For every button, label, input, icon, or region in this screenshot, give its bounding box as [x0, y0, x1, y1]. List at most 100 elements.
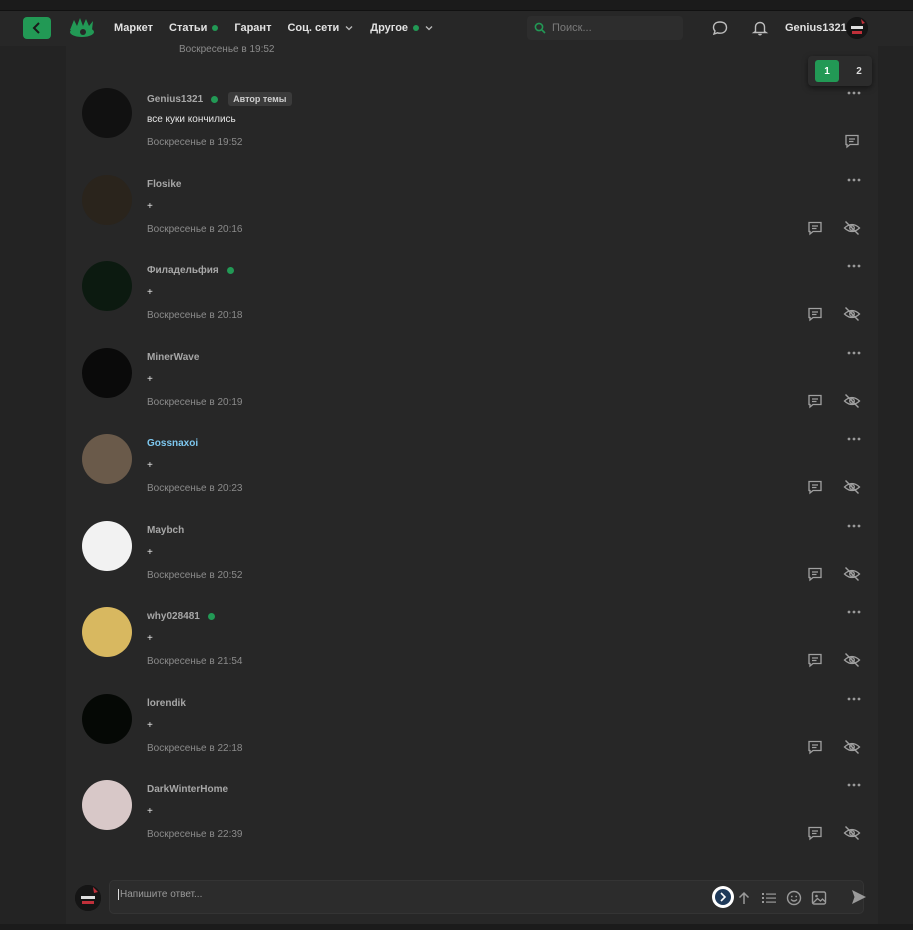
- more-options-icon[interactable]: [846, 177, 862, 183]
- search-box[interactable]: [527, 16, 683, 40]
- list-format-icon[interactable]: [760, 889, 778, 907]
- hide-eye-slash-icon[interactable]: [843, 824, 861, 842]
- hide-eye-slash-icon[interactable]: [843, 565, 861, 583]
- post-author[interactable]: MinerWave: [147, 352, 199, 363]
- post-avatar[interactable]: [82, 520, 132, 571]
- eye-logo-icon: [70, 18, 94, 37]
- post-header: why028481: [147, 611, 215, 622]
- post-header: DarkWinterHome: [147, 784, 228, 795]
- smiley-icon[interactable]: [785, 889, 803, 907]
- nav-item[interactable]: Гарант: [234, 22, 271, 34]
- post-time[interactable]: Воскресенье в 20:23: [147, 483, 242, 494]
- nav-item[interactable]: Маркет: [114, 22, 153, 34]
- reply-quote-icon[interactable]: [806, 305, 824, 323]
- more-options-icon[interactable]: [846, 350, 862, 356]
- post: why028481 + Воскресенье в 21:54: [66, 607, 878, 693]
- more-options-icon[interactable]: [846, 523, 862, 529]
- avatar-image: [75, 885, 101, 911]
- post-avatar[interactable]: [82, 88, 132, 138]
- site-logo[interactable]: [68, 16, 96, 40]
- post-avatar[interactable]: [82, 174, 132, 225]
- more-options-icon[interactable]: [846, 436, 862, 442]
- back-button[interactable]: [23, 17, 51, 39]
- avatar-image: [846, 17, 868, 39]
- post-time[interactable]: Воскресенье в 20:16: [147, 224, 242, 235]
- reply-quote-icon[interactable]: [806, 651, 824, 669]
- page-2-button[interactable]: 2: [847, 60, 871, 82]
- nav-item[interactable]: Другое: [370, 22, 434, 34]
- upload-arrow-icon[interactable]: [735, 889, 753, 907]
- post-time[interactable]: Воскресенье в 20:18: [147, 310, 242, 321]
- hide-eye-slash-icon[interactable]: [843, 305, 861, 323]
- messages-icon[interactable]: [711, 19, 729, 37]
- post-text: +: [147, 719, 153, 731]
- nav-item-label: Гарант: [234, 22, 272, 34]
- post-time[interactable]: Воскресенье в 21:54: [147, 656, 242, 667]
- post-author[interactable]: Maybch: [147, 525, 184, 536]
- more-options-icon[interactable]: [846, 609, 862, 615]
- reply-composer: [66, 876, 878, 920]
- post-avatar[interactable]: [82, 607, 132, 657]
- bell-icon[interactable]: [751, 19, 769, 37]
- post-author[interactable]: lorendik: [147, 698, 186, 709]
- main-nav: Маркет Статьи Гарант Соц. сети Другое: [114, 11, 450, 45]
- hide-eye-slash-icon[interactable]: [843, 478, 861, 496]
- author-badge: Автор темы: [228, 92, 292, 106]
- post-time[interactable]: Воскресенье в 22:18: [147, 743, 242, 754]
- post-time[interactable]: Воскресенье в 20:19: [147, 397, 242, 408]
- hide-eye-slash-icon[interactable]: [843, 219, 861, 237]
- send-icon[interactable]: [850, 888, 868, 906]
- page-1-button[interactable]: 1: [815, 60, 839, 82]
- post-author[interactable]: Gossnaxoi: [147, 438, 198, 449]
- reply-quote-icon[interactable]: [806, 478, 824, 496]
- nav-item[interactable]: Соц. сети: [287, 22, 354, 34]
- post-header: Flosike: [147, 179, 181, 190]
- hide-eye-slash-icon[interactable]: [843, 738, 861, 756]
- reply-quote-icon[interactable]: [806, 824, 824, 842]
- hide-eye-slash-icon[interactable]: [843, 651, 861, 669]
- current-username[interactable]: Genius1321: [785, 11, 847, 45]
- post-time[interactable]: Воскресенье в 20:52: [147, 570, 242, 581]
- post-avatar[interactable]: [82, 261, 132, 311]
- more-options-icon[interactable]: [846, 263, 862, 269]
- reply-input[interactable]: [118, 889, 678, 900]
- reply-quote-icon[interactable]: [843, 132, 861, 150]
- more-options-icon[interactable]: [846, 696, 862, 702]
- search-input[interactable]: [552, 22, 672, 34]
- post-avatar[interactable]: [82, 347, 132, 398]
- reply-quote-icon[interactable]: [806, 565, 824, 583]
- more-options-icon[interactable]: [846, 90, 862, 96]
- post-author[interactable]: DarkWinterHome: [147, 784, 228, 795]
- pagination: 12: [808, 56, 872, 86]
- post-author[interactable]: Филадельфия: [147, 265, 219, 276]
- post-time[interactable]: Воскресенье в 19:52: [147, 137, 242, 148]
- post-avatar[interactable]: [82, 780, 132, 830]
- thread-panel: Воскресенье в 19:52 12 Genius1321 Автор т…: [66, 44, 878, 930]
- post-avatar[interactable]: [82, 434, 132, 484]
- post-author[interactable]: why028481: [147, 611, 200, 622]
- chevron-left-icon: [32, 22, 40, 34]
- post-avatar[interactable]: [82, 693, 132, 744]
- hide-eye-slash-icon[interactable]: [843, 392, 861, 410]
- previous-post-time: Воскресенье в 19:52: [179, 44, 275, 55]
- post: lorendik + Воскресенье в 22:18: [66, 693, 878, 780]
- top-strip: [0, 0, 913, 10]
- top-navigation-bar: Маркет Статьи Гарант Соц. сети Другое Genius…: [0, 10, 913, 46]
- post-text: +: [147, 287, 153, 298]
- extension-icon[interactable]: [712, 886, 734, 908]
- post: Maybch + Воскресенье в 20:52: [66, 520, 878, 607]
- chevron-down-icon: [345, 26, 353, 31]
- reply-quote-icon[interactable]: [806, 392, 824, 410]
- post-author[interactable]: Flosike: [147, 179, 181, 190]
- reply-quote-icon[interactable]: [806, 738, 824, 756]
- status-dot: [413, 25, 420, 31]
- nav-item[interactable]: Статьи: [169, 22, 219, 34]
- more-options-icon[interactable]: [846, 782, 862, 788]
- search-icon: [534, 22, 546, 34]
- post-time[interactable]: Воскресенье в 22:39: [147, 829, 242, 840]
- user-avatar[interactable]: [846, 17, 868, 39]
- online-dot: [207, 613, 215, 620]
- post-author[interactable]: Genius1321: [147, 94, 203, 105]
- image-icon[interactable]: [810, 889, 828, 907]
- reply-quote-icon[interactable]: [806, 219, 824, 237]
